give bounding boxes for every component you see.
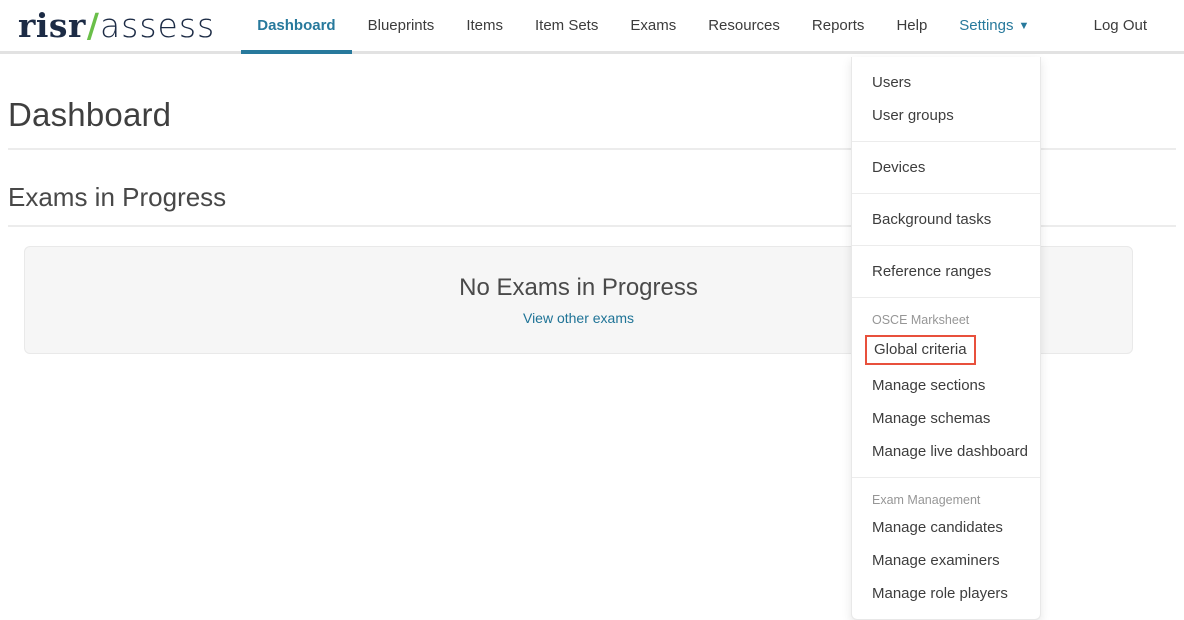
menu-item-manage-role-players[interactable]: Manage role players: [852, 577, 1040, 610]
menu-item-manage-sections[interactable]: Manage sections: [852, 369, 1040, 402]
menu-group-background-tasks: Background tasks: [852, 194, 1040, 246]
menu-item-manage-examiners[interactable]: Manage examiners: [852, 544, 1040, 577]
brand-logo-slash: /: [87, 6, 99, 45]
logout-button[interactable]: Log Out: [1094, 17, 1147, 34]
empty-state-title: No Exams in Progress: [459, 274, 698, 302]
nav-item-settings[interactable]: Settings ▼: [943, 0, 1045, 51]
nav-item-items[interactable]: Items: [450, 0, 519, 51]
menu-item-manage-candidates[interactable]: Manage candidates: [852, 511, 1040, 544]
nav-item-exams[interactable]: Exams: [614, 0, 692, 51]
nav-item-resources[interactable]: Resources: [692, 0, 796, 51]
menu-item-users[interactable]: Users: [852, 66, 1040, 99]
nav-item-item-sets[interactable]: Item Sets: [519, 0, 614, 51]
menu-group-users: Users User groups: [852, 57, 1040, 142]
menu-group-reference-ranges: Reference ranges: [852, 246, 1040, 298]
brand-logo-risr: risr: [18, 6, 86, 45]
nav-item-dashboard[interactable]: Dashboard: [241, 0, 351, 51]
menu-group-header-exam-management: Exam Management: [852, 487, 1040, 511]
menu-group-osce-marksheet: OSCE Marksheet Global criteria Manage se…: [852, 298, 1040, 478]
settings-dropdown-menu: Users User groups Devices Background tas…: [851, 57, 1041, 620]
nav-item-reports[interactable]: Reports: [796, 0, 881, 51]
chevron-down-icon: ▼: [1019, 20, 1030, 32]
menu-item-global-criteria[interactable]: Global criteria: [852, 331, 1040, 369]
menu-item-reference-ranges[interactable]: Reference ranges: [852, 255, 1040, 288]
menu-group-devices: Devices: [852, 142, 1040, 194]
menu-group-exam-management: Exam Management Manage candidates Manage…: [852, 478, 1040, 619]
menu-group-header-osce-marksheet: OSCE Marksheet: [852, 307, 1040, 331]
brand-logo[interactable]: risr / assess: [18, 6, 215, 45]
main-nav: Dashboard Blueprints Items Item Sets Exa…: [241, 0, 1045, 51]
menu-item-devices[interactable]: Devices: [852, 151, 1040, 184]
nav-item-settings-label: Settings: [959, 17, 1013, 34]
menu-item-manage-live-dashboard[interactable]: Manage live dashboard: [852, 435, 1040, 468]
view-other-exams-link[interactable]: View other exams: [523, 310, 634, 326]
nav-item-blueprints[interactable]: Blueprints: [352, 0, 451, 51]
menu-item-user-groups[interactable]: User groups: [852, 99, 1040, 132]
brand-logo-assess: assess: [100, 6, 215, 45]
top-navigation-bar: risr / assess Dashboard Blueprints Items…: [0, 0, 1184, 54]
menu-item-manage-schemas[interactable]: Manage schemas: [852, 402, 1040, 435]
nav-item-help[interactable]: Help: [880, 0, 943, 51]
global-criteria-highlight-box: Global criteria: [865, 335, 976, 365]
menu-item-background-tasks[interactable]: Background tasks: [852, 203, 1040, 236]
